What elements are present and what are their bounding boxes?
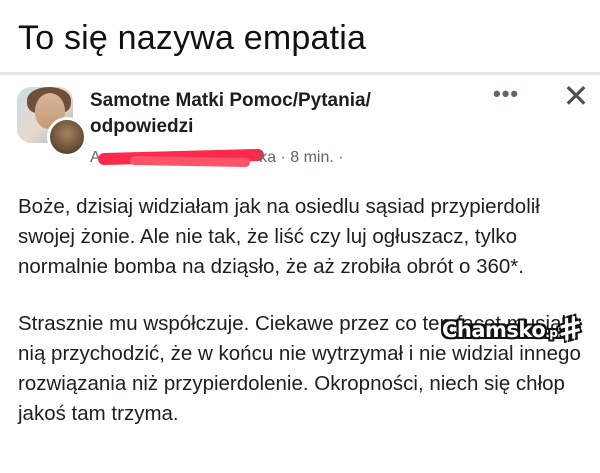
author-avatar[interactable] [47,117,87,157]
post-paragraph: Boże, dzisiaj widziałam jak na osiedlu s… [18,195,540,278]
post-body: Boże, dzisiaj widziałam jak na osiedlu s… [18,192,588,429]
watermark-logo: Chamsko.pl # [442,309,592,349]
author-name-visible-end: ka [259,149,276,166]
post-timestamp[interactable]: · 8 min. · [280,149,343,166]
group-avatar[interactable] [17,87,87,157]
close-icon[interactable]: ✕ [560,78,592,114]
meme-title: To się nazywa empatia [18,19,367,57]
redaction-scribble-2 [129,155,251,168]
group-name-link[interactable]: Samotne Matki Pomoc/Pytania/ odpowiedzi [90,88,450,140]
divider [0,72,600,75]
more-horizontal-icon[interactable]: ••• [493,82,523,106]
watermark-text: Chamsko.pl [442,318,562,342]
post-meta: A ka · 8 min. · [90,146,344,170]
author-name-redacted[interactable]: A ka [90,146,276,170]
